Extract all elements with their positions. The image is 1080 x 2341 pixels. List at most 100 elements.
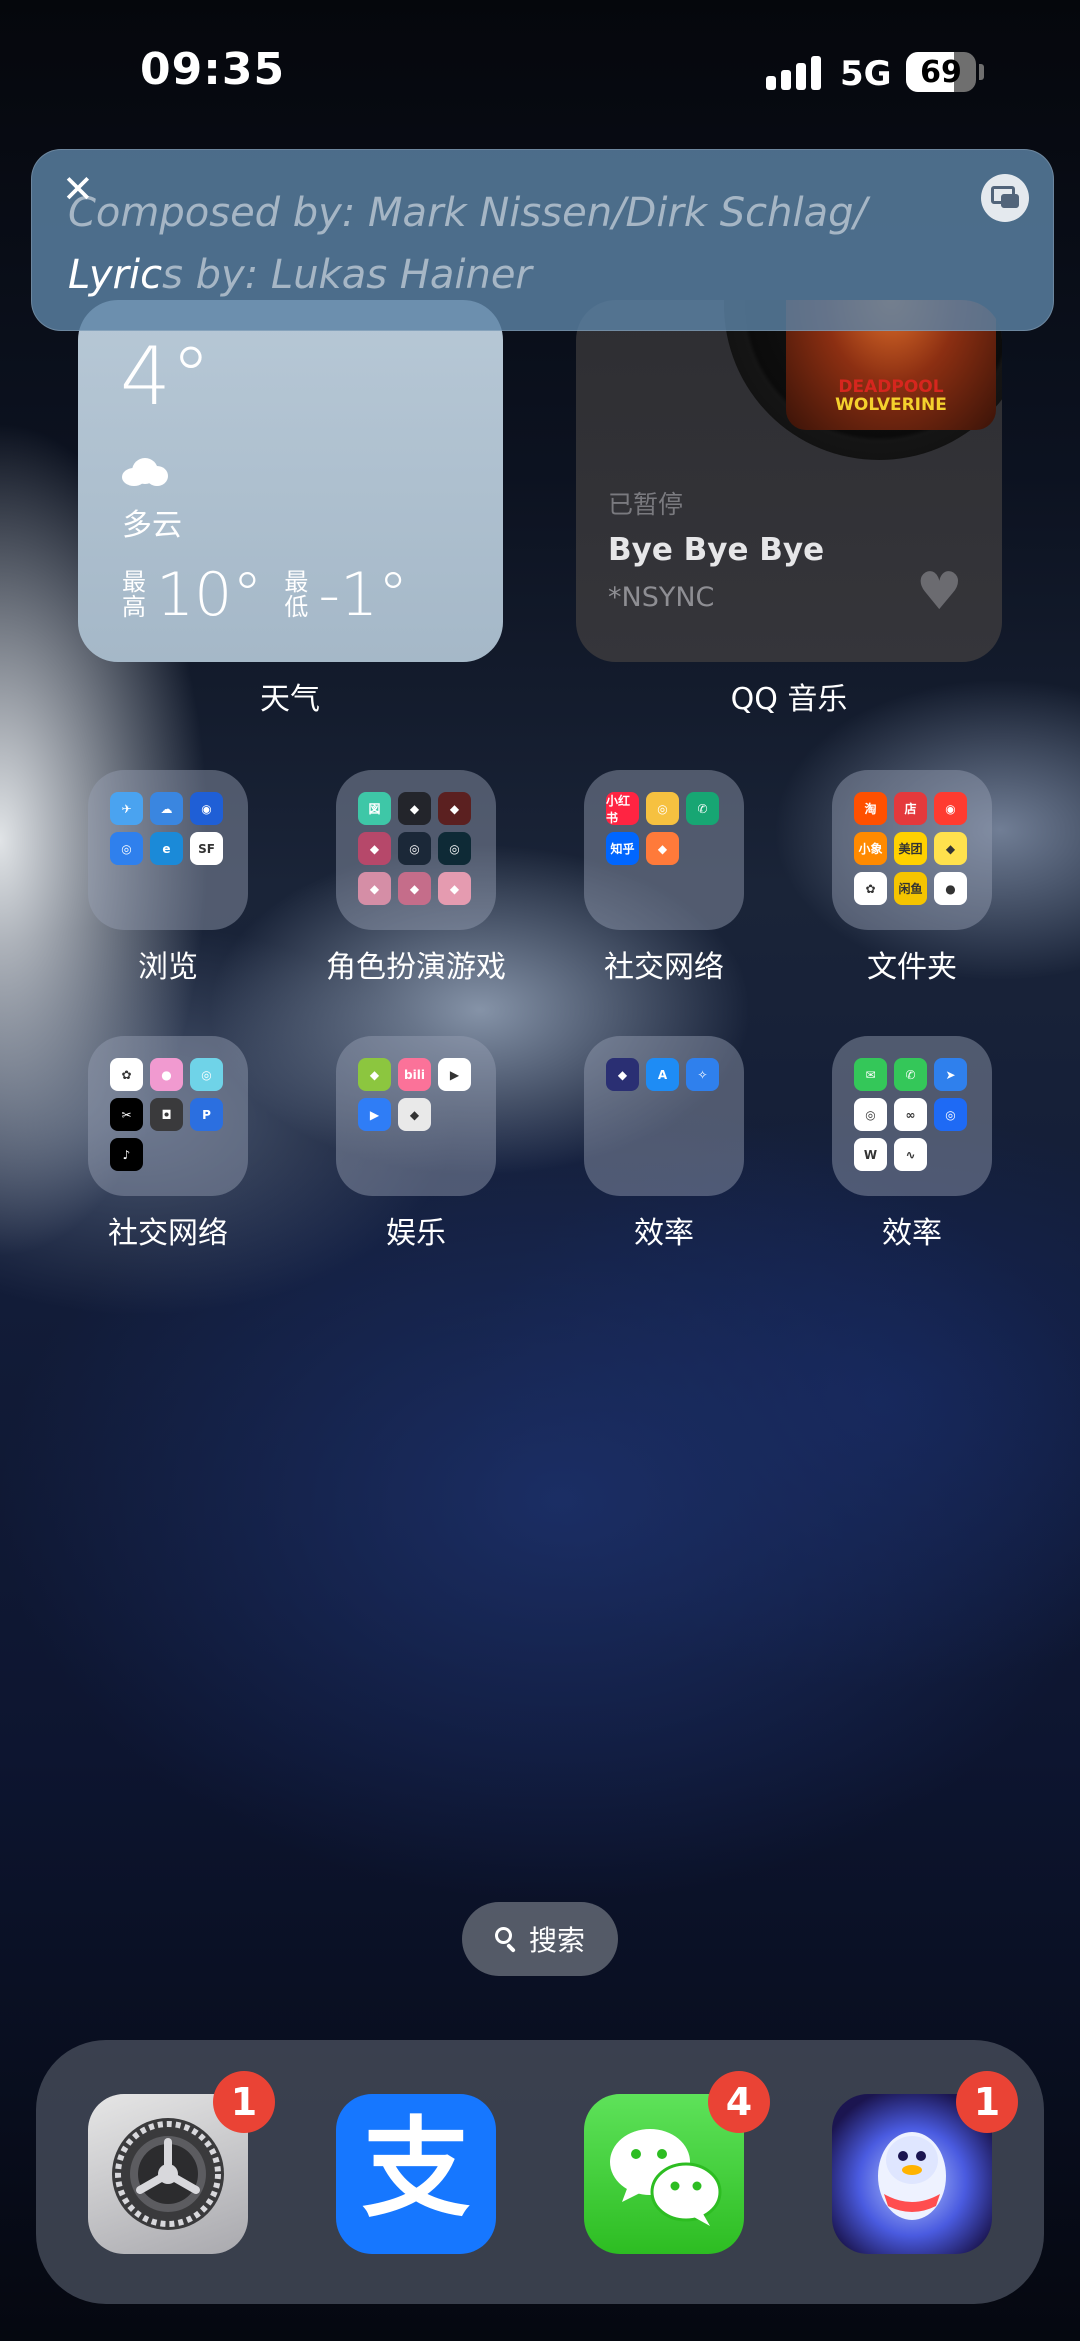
folder[interactable]: 小红书 ◎ ✆ 知乎 ◆: [584, 770, 744, 930]
playback-status: 已暂停: [608, 490, 684, 519]
app-icon: ◆: [606, 1058, 639, 1091]
folder-label: 浏览: [138, 950, 198, 985]
video-icon: ▶: [438, 1058, 471, 1091]
album-art-text: DEADPOOL WOLVERINE: [786, 378, 996, 414]
app-icon: ●: [150, 1058, 183, 1091]
lyrics-banner[interactable]: ✕ Composed by: Mark Nissen/Dirk Schlag/ …: [31, 149, 1054, 331]
folder-app-grid: ✿ ● ◎ ✂ ◘ P ♪: [110, 1058, 226, 1171]
qq-badge: 1: [956, 2071, 1018, 2133]
folder[interactable]: 図 ◆ ◆ ◆ ◎ ◎ ◆ ◆ ◆: [336, 770, 496, 930]
meituan-icon: 美团: [894, 832, 927, 865]
battery-tip: [979, 64, 984, 80]
wps-icon: W: [854, 1138, 887, 1171]
browser-icon: ◉: [190, 792, 223, 825]
alipay-app[interactable]: 支: [336, 2094, 496, 2254]
folder[interactable]: ✉ ✆ ➤ ◎ ∞ ◎ W ∿: [832, 1036, 992, 1196]
game-icon: ◆: [398, 872, 431, 905]
song-title: Bye Bye Bye: [608, 532, 825, 568]
weather-temperature: 4°: [120, 330, 211, 423]
folder-app-grid: ◆ bili ▶ ▶ ◆: [358, 1058, 474, 1131]
folder-app-grid: 図 ◆ ◆ ◆ ◎ ◎ ◆ ◆ ◆: [358, 792, 474, 905]
search-label: 搜索: [528, 1924, 585, 1957]
app-icon: ◆: [358, 1058, 391, 1091]
weibo-icon: ◎: [646, 792, 679, 825]
app-icon: ◎: [934, 1098, 967, 1131]
app-icon: ◆: [934, 832, 967, 865]
album-text-bottom: WOLVERINE: [835, 395, 947, 415]
sf-express-icon: SF: [190, 832, 223, 865]
game-icon: 図: [358, 792, 391, 825]
folder-app-grid: ✈ ☁ ◉ ◎ e SF: [110, 792, 226, 865]
cloud-icon: [122, 458, 168, 486]
app-icon: ◆: [398, 1098, 431, 1131]
game-icon: ◆: [358, 832, 391, 865]
lyrics-highlight: Lyric: [68, 252, 163, 298]
lyrics-rest: s by: Lukas Hainer: [162, 252, 532, 298]
weather-range: 最高 10° 最低 -1°: [122, 560, 430, 630]
steam-icon: ◎: [398, 832, 431, 865]
store-icon: 店: [894, 792, 927, 825]
song-artist: *NSYNC: [608, 582, 715, 613]
battery-level: 69: [920, 55, 962, 90]
gift-icon: ◆: [646, 832, 679, 865]
status-time: 09:35: [140, 44, 286, 95]
tiktok-icon: ♪: [110, 1138, 143, 1171]
app-icon: ◉: [934, 792, 967, 825]
wechat-badge: 4: [708, 2071, 770, 2133]
xiaohongshu-icon: 小红书: [606, 792, 639, 825]
photos-icon: ✿: [854, 872, 887, 905]
folder-label: 角色扮演游戏: [326, 950, 506, 985]
heart-icon[interactable]: ♥: [916, 566, 963, 618]
alipay-icon: 支: [361, 2107, 470, 2232]
app-store-icon: A: [646, 1058, 679, 1091]
folder[interactable]: 淘店 ◉ 小象 美团 ◆ ✿ 闲鱼 ●: [832, 770, 992, 930]
low-value: -1°: [318, 560, 409, 630]
taobao-icon: 淘: [854, 792, 887, 825]
game-icon: ◎: [438, 832, 471, 865]
app-icon: ◎: [854, 1098, 887, 1131]
safari-icon: ✧: [686, 1058, 719, 1091]
game-icon: ◆: [438, 792, 471, 825]
camera-icon: ◘: [150, 1098, 183, 1131]
high-label: 最高: [122, 568, 146, 621]
app-icon: ➤: [934, 1058, 967, 1091]
folder[interactable]: ◆ A ✧: [584, 1036, 744, 1196]
app-icon: 闲鱼: [894, 872, 927, 905]
folder-app-grid: ✉ ✆ ➤ ◎ ∞ ◎ W ∿: [854, 1058, 970, 1171]
lyrics-line-1: Composed by: Mark Nissen/Dirk Schlag/: [68, 190, 868, 236]
folder-label: 效率: [634, 1216, 694, 1251]
album-text-top: DEADPOOL: [838, 377, 944, 397]
folder-app-grid: 淘店 ◉ 小象 美团 ◆ ✿ 闲鱼 ●: [854, 792, 970, 905]
settings-badge: 1: [213, 2071, 275, 2133]
messages-icon: ✉: [854, 1058, 887, 1091]
folder-label: 文件夹: [867, 950, 957, 985]
high-value: 10°: [156, 560, 263, 630]
search-icon: [494, 1927, 519, 1953]
folder-app-grid: 小红书 ◎ ✆ 知乎 ◆: [606, 792, 722, 865]
picture-in-picture-icon[interactable]: [981, 174, 1029, 222]
capcut-icon: ✂: [110, 1098, 143, 1131]
folder[interactable]: ◆ bili ▶ ▶ ◆: [336, 1036, 496, 1196]
lyrics-line-2: Lyrics by: Lukas Hainer: [68, 252, 532, 298]
music-widget-caption: QQ 音乐: [730, 682, 848, 717]
folder-label: 社交网络: [604, 950, 724, 985]
folder[interactable]: ✈ ☁ ◉ ◎ e SF: [88, 770, 248, 930]
music-widget[interactable]: DEADPOOL WOLVERINE 已暂停 Bye Bye Bye *NSYN…: [576, 300, 1002, 662]
zhihu-icon: 知乎: [606, 832, 639, 865]
game-icon: ◆: [438, 872, 471, 905]
phone-icon: ✆: [894, 1058, 927, 1091]
network-type: 5G: [840, 54, 892, 94]
folder[interactable]: ✿ ● ◎ ✂ ◘ P ♪: [88, 1036, 248, 1196]
folder-label: 娱乐: [386, 1216, 446, 1251]
plane-icon: ✈: [110, 792, 143, 825]
weather-widget[interactable]: 4° 多云 最高 10° 最低 -1°: [78, 300, 503, 662]
phone-icon: ✆: [686, 792, 719, 825]
search-button[interactable]: 搜索: [462, 1902, 618, 1976]
battery-icon: 69: [906, 52, 976, 92]
health-icon: ∿: [894, 1138, 927, 1171]
app-icon: P: [190, 1098, 223, 1131]
weather-icon: ☁: [150, 792, 183, 825]
edge-icon: e: [150, 832, 183, 865]
app-icon: ●: [934, 872, 967, 905]
folder-label: 效率: [882, 1216, 942, 1251]
